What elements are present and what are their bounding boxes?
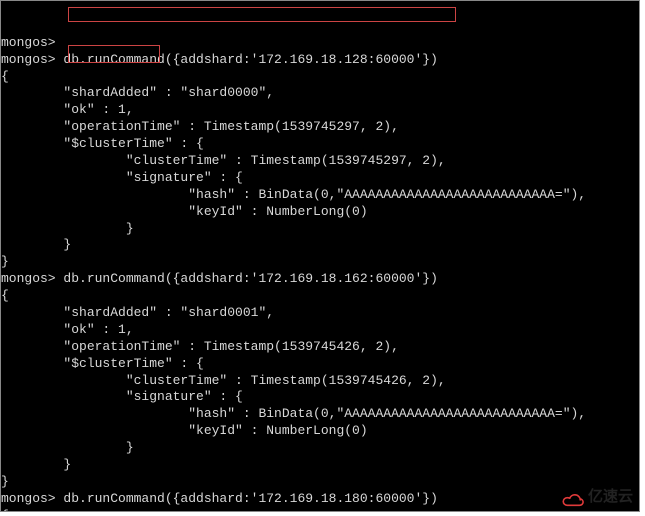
terminal-line: "hash" : BinData(0,"AAAAAAAAAAAAAAAAAAAA… (1, 406, 639, 423)
terminal-window: mongos>mongos> db.runCommand({addshard:'… (0, 0, 640, 512)
terminal-line: "hash" : BinData(0,"AAAAAAAAAAAAAAAAAAAA… (1, 187, 639, 204)
terminal-line: "signature" : { (1, 389, 639, 406)
terminal-line: "keyId" : NumberLong(0) (1, 423, 639, 440)
terminal-line: } (1, 254, 639, 271)
terminal-output: mongos>mongos> db.runCommand({addshard:'… (1, 35, 639, 512)
terminal-line: "$clusterTime" : { (1, 136, 639, 153)
terminal-line: "operationTime" : Timestamp(1539745426, … (1, 339, 639, 356)
terminal-line: "signature" : { (1, 170, 639, 187)
terminal-line: } (1, 457, 639, 474)
terminal-line: "$clusterTime" : { (1, 356, 639, 373)
terminal-line: "clusterTime" : Timestamp(1539745426, 2)… (1, 373, 639, 390)
terminal-line: "ok" : 1, (1, 102, 639, 119)
highlight-box-command (68, 7, 456, 22)
terminal-line: { (1, 69, 639, 86)
terminal-line: "shardAdded" : "shard0000", (1, 85, 639, 102)
terminal-line: { (1, 508, 639, 512)
terminal-line: mongos> (1, 35, 639, 52)
terminal-line: "shardAdded" : "shard0001", (1, 305, 639, 322)
terminal-line: } (1, 440, 639, 457)
cloud-logo-icon (560, 486, 586, 508)
terminal-line: "ok" : 1, (1, 322, 639, 339)
terminal-line: { (1, 288, 639, 305)
watermark: 亿速云 (560, 486, 633, 508)
watermark-text: 亿速云 (588, 487, 633, 507)
terminal-line: "operationTime" : Timestamp(1539745297, … (1, 119, 639, 136)
terminal-line: } (1, 474, 639, 491)
terminal-line: } (1, 221, 639, 238)
terminal-line: "clusterTime" : Timestamp(1539745297, 2)… (1, 153, 639, 170)
terminal-line: mongos> db.runCommand({addshard:'172.169… (1, 52, 639, 69)
terminal-line: mongos> db.runCommand({addshard:'172.169… (1, 271, 639, 288)
terminal-line: } (1, 237, 639, 254)
terminal-line: mongos> db.runCommand({addshard:'172.169… (1, 491, 639, 508)
terminal-line: "keyId" : NumberLong(0) (1, 204, 639, 221)
